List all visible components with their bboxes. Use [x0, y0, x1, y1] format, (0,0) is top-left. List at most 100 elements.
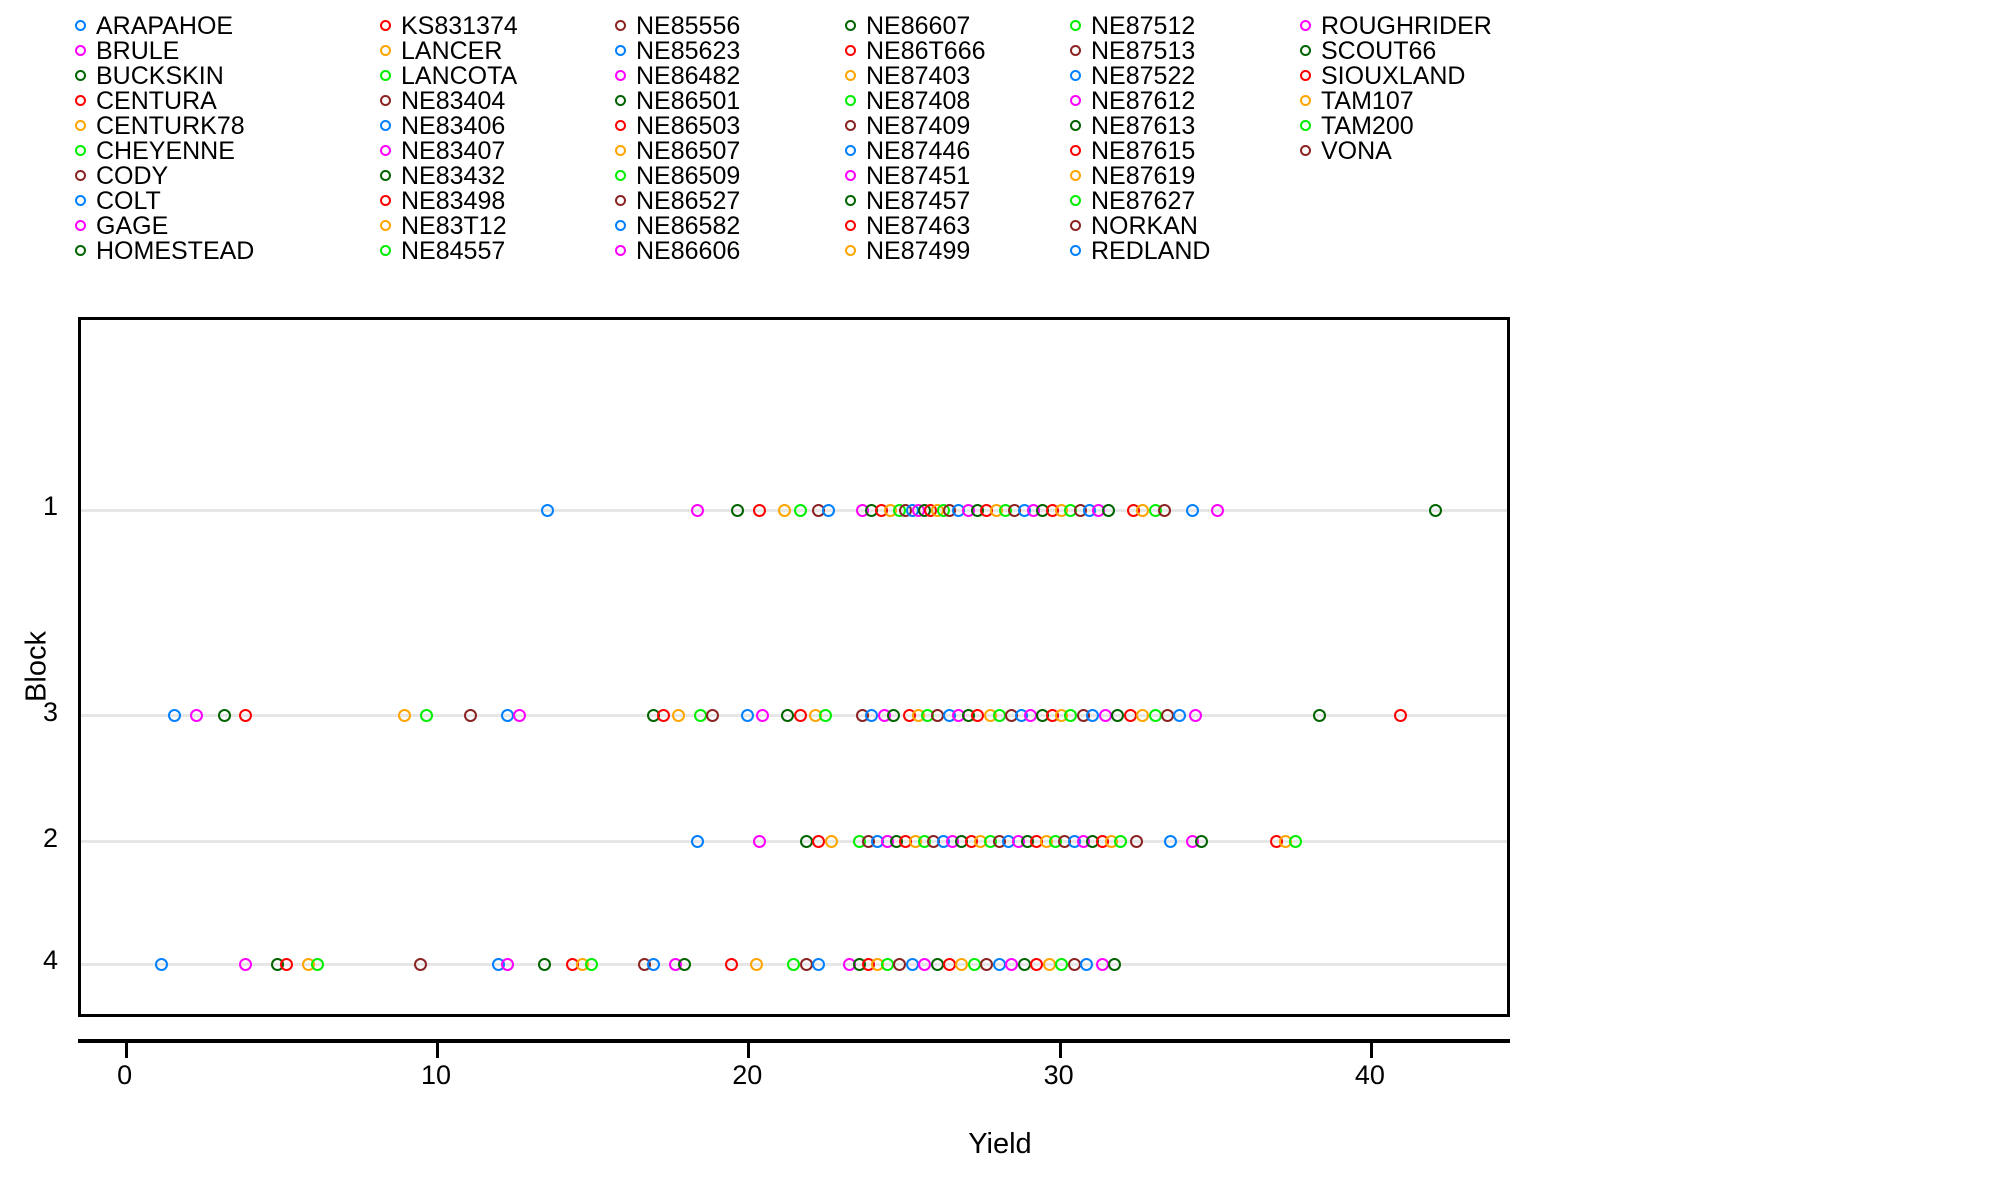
legend-item[interactable]: LANCER — [375, 39, 610, 64]
legend-item[interactable]: NE83T12 — [375, 214, 610, 239]
legend-item[interactable]: CENTURK78 — [70, 114, 375, 139]
legend-item[interactable]: NORKAN — [1065, 214, 1295, 239]
legend-item[interactable]: CENTURA — [70, 89, 375, 114]
data-point — [821, 503, 835, 517]
legend-item[interactable]: CHEYENNE — [70, 139, 375, 164]
legend-column-2: NE85556 NE85623 NE86482 NE86501 NE86503 NE865… — [610, 14, 840, 264]
legend-column-3: NE86607 NE86T666 NE87403 NE87408 NE87409 NE87… — [840, 14, 1065, 264]
data-point — [656, 709, 670, 722]
legend-item[interactable]: LANCOTA — [375, 64, 610, 89]
circle-marker-icon — [70, 64, 96, 89]
data-point — [239, 709, 253, 722]
legend-item[interactable]: NE87627 — [1065, 189, 1295, 214]
data-point — [725, 957, 739, 971]
legend-item[interactable]: NE87512 — [1065, 14, 1295, 39]
legend-item[interactable]: NE85556 — [610, 14, 840, 39]
legend-item[interactable]: NE87446 — [840, 139, 1065, 164]
legend-item[interactable]: NE83407 — [375, 139, 610, 164]
legend-item-label: ARAPAHOE — [96, 12, 234, 40]
legend-item[interactable]: NE87613 — [1065, 114, 1295, 139]
legend-item-label: ROUGHRIDER — [1321, 12, 1492, 40]
legend-item[interactable]: REDLAND — [1065, 239, 1295, 264]
legend-item[interactable]: BUCKSKIN — [70, 64, 375, 89]
circle-marker-icon — [840, 239, 866, 264]
legend-item[interactable]: NE87403 — [840, 64, 1065, 89]
legend-item[interactable]: VONA — [1295, 139, 1520, 164]
legend-item[interactable]: BRULE — [70, 39, 375, 64]
circle-marker-icon — [1065, 39, 1091, 64]
data-point — [1123, 709, 1137, 722]
legend-item[interactable]: CODY — [70, 164, 375, 189]
data-point — [778, 503, 792, 517]
legend-item[interactable]: NE87612 — [1065, 89, 1295, 114]
legend-item[interactable]: HOMESTEAD — [70, 239, 375, 264]
legend-item[interactable]: TAM107 — [1295, 89, 1520, 114]
legend-column-0: ARAPAHOE BRULE BUCKSKIN CENTURA CENTURK78 CHE… — [70, 14, 375, 264]
legend-item[interactable]: NE86606 — [610, 239, 840, 264]
legend-item[interactable]: NE86503 — [610, 114, 840, 139]
data-point — [463, 709, 477, 722]
legend-item-label: NE83406 — [401, 112, 506, 140]
data-point — [155, 957, 169, 971]
data-point — [1067, 957, 1081, 971]
legend-item-label: BUCKSKIN — [96, 62, 224, 90]
legend-item[interactable]: COLT — [70, 189, 375, 214]
legend-item[interactable]: SCOUT66 — [1295, 39, 1520, 64]
data-point — [1017, 957, 1031, 971]
legend-item[interactable]: NE83498 — [375, 189, 610, 214]
legend-item[interactable]: KS831374 — [375, 14, 610, 39]
legend-item[interactable]: NE83404 — [375, 89, 610, 114]
legend-item[interactable]: NE87463 — [840, 214, 1065, 239]
legend-item[interactable]: NE87451 — [840, 164, 1065, 189]
legend-item[interactable]: ARAPAHOE — [70, 14, 375, 39]
legend-item[interactable]: NE87522 — [1065, 64, 1295, 89]
legend-item[interactable]: GAGE — [70, 214, 375, 239]
data-point — [943, 957, 957, 971]
legend-item[interactable]: ROUGHRIDER — [1295, 14, 1520, 39]
legend-item[interactable]: NE86482 — [610, 64, 840, 89]
legend-item[interactable]: SIOUXLAND — [1295, 64, 1520, 89]
legend-item[interactable]: NE86501 — [610, 89, 840, 114]
legend-column-1: KS831374 LANCER LANCOTA NE83404 NE83406 NE834… — [375, 14, 610, 264]
data-point — [1173, 709, 1187, 722]
legend-item[interactable]: NE86607 — [840, 14, 1065, 39]
data-point — [1095, 957, 1109, 971]
legend-item-label: NE86606 — [636, 237, 741, 265]
circle-marker-icon — [375, 89, 401, 114]
legend-item[interactable]: NE87409 — [840, 114, 1065, 139]
legend-column-5: ROUGHRIDER SCOUT66 SIOUXLAND TAM107 TAM200 VO… — [1295, 14, 1520, 164]
data-point — [1160, 709, 1174, 722]
circle-marker-icon — [375, 214, 401, 239]
legend-item-label: KS831374 — [401, 12, 518, 40]
data-point — [693, 709, 707, 722]
circle-marker-icon — [70, 139, 96, 164]
legend-item[interactable]: TAM200 — [1295, 114, 1520, 139]
legend-item[interactable]: NE87499 — [840, 239, 1065, 264]
legend-item[interactable]: NE86507 — [610, 139, 840, 164]
data-point — [750, 957, 764, 971]
circle-marker-icon — [840, 139, 866, 164]
circle-marker-icon — [840, 114, 866, 139]
legend-item-label: NE83407 — [401, 137, 506, 165]
legend-item[interactable]: NE86509 — [610, 164, 840, 189]
data-point — [189, 709, 203, 722]
legend-item[interactable]: NE87615 — [1065, 139, 1295, 164]
legend-item-label: NE87457 — [866, 187, 971, 215]
legend-item[interactable]: NE86T666 — [840, 39, 1065, 64]
legend-item[interactable]: NE85623 — [610, 39, 840, 64]
data-point — [1185, 503, 1199, 517]
legend-item[interactable]: NE87619 — [1065, 164, 1295, 189]
legend-item-label: LANCOTA — [401, 62, 518, 90]
legend-item[interactable]: NE87457 — [840, 189, 1065, 214]
legend-item[interactable]: NE87513 — [1065, 39, 1295, 64]
data-point — [1288, 835, 1302, 848]
legend-item[interactable]: NE87408 — [840, 89, 1065, 114]
legend-item-label: TAM107 — [1321, 87, 1414, 115]
data-point — [217, 709, 231, 722]
legend-item[interactable]: NE86582 — [610, 214, 840, 239]
legend-item[interactable]: NE84557 — [375, 239, 610, 264]
legend-item[interactable]: NE83406 — [375, 114, 610, 139]
legend-item[interactable]: NE83432 — [375, 164, 610, 189]
circle-marker-icon — [1295, 114, 1321, 139]
legend-item[interactable]: NE86527 — [610, 189, 840, 214]
